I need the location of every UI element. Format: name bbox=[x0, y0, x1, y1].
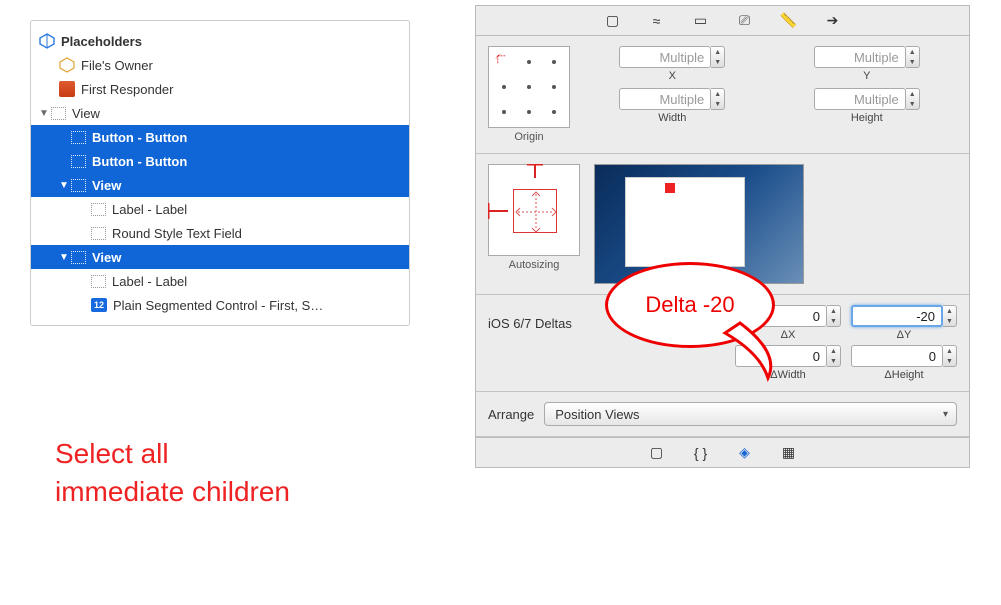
stepper-buttons[interactable]: ▲▼ bbox=[827, 345, 841, 367]
y-input[interactable] bbox=[814, 46, 906, 68]
view-icon bbox=[71, 251, 86, 264]
outline-label: View bbox=[92, 250, 121, 265]
x-label: X bbox=[669, 70, 676, 82]
size-inspector-tab-icon[interactable]: 📏 bbox=[781, 13, 797, 29]
height-field[interactable]: ▲▼ bbox=[814, 88, 920, 110]
outline-button-2[interactable]: Button - Button bbox=[31, 149, 409, 173]
callout-bubble: Delta -20 bbox=[605, 262, 775, 348]
outline-label: Round Style Text Field bbox=[112, 226, 242, 241]
view-icon bbox=[71, 179, 86, 192]
deltas-label: iOS 6/7 Deltas bbox=[488, 316, 572, 331]
arrange-popup[interactable]: Position Views bbox=[544, 402, 957, 426]
outline-view-2[interactable]: ▼ View bbox=[31, 173, 409, 197]
outline-view-3[interactable]: ▼ View bbox=[31, 245, 409, 269]
delta-y-field[interactable]: ▲▼ bbox=[851, 305, 957, 327]
quickhelp-tab-icon[interactable]: ≈ bbox=[649, 13, 665, 29]
outline-label: View bbox=[92, 178, 121, 193]
view-icon bbox=[91, 203, 106, 216]
outline-label: Button - Button bbox=[92, 130, 187, 145]
outline-placeholders-header[interactable]: Placeholders bbox=[31, 29, 409, 53]
frame-section: Origin ▲▼ X ▲▼ Y ▲▼ Width ▲▼ Height bbox=[476, 36, 969, 154]
outline-label: Label - Label bbox=[112, 202, 187, 217]
outline-label: File's Owner bbox=[81, 58, 153, 73]
stepper-buttons[interactable]: ▲▼ bbox=[711, 88, 725, 110]
view-icon bbox=[91, 275, 106, 288]
autosize-left-strut-icon bbox=[488, 165, 508, 257]
stepper-buttons[interactable]: ▲▼ bbox=[943, 345, 957, 367]
outline-first-responder[interactable]: First Responder bbox=[31, 77, 409, 101]
delta-height-label: ΔHeight bbox=[884, 369, 923, 381]
stepper-buttons[interactable]: ▲▼ bbox=[906, 88, 920, 110]
disclosure-triangle-icon[interactable]: ▼ bbox=[59, 180, 71, 191]
y-label: Y bbox=[863, 70, 870, 82]
outline-label: Placeholders bbox=[61, 34, 142, 49]
inspector-panel: ▢ ≈ ▭ ⎚ 📏 ➔ Origin ▲▼ X bbox=[475, 5, 970, 468]
x-field[interactable]: ▲▼ bbox=[619, 46, 725, 68]
view-icon bbox=[71, 131, 86, 144]
autosizing-control[interactable] bbox=[488, 164, 580, 256]
library-tabbar: ▢ { } ◈ ▦ bbox=[476, 437, 969, 467]
first-responder-icon bbox=[59, 81, 75, 97]
identity-tab-icon[interactable]: ▭ bbox=[693, 13, 709, 29]
autosizing-label: Autosizing bbox=[509, 259, 560, 271]
view-icon bbox=[91, 227, 106, 240]
outline-textfield[interactable]: Round Style Text Field bbox=[31, 221, 409, 245]
delta-y-input[interactable] bbox=[851, 305, 943, 327]
annotation-text: Select all immediate children bbox=[55, 435, 290, 511]
outline-segmented[interactable]: 12 Plain Segmented Control - First, S… bbox=[31, 293, 409, 317]
origin-picker[interactable] bbox=[488, 46, 570, 128]
width-field[interactable]: ▲▼ bbox=[619, 88, 725, 110]
arrange-label: Arrange bbox=[488, 407, 534, 422]
outline-label-1[interactable]: Label - Label bbox=[31, 197, 409, 221]
delta-y-label: ΔY bbox=[897, 329, 912, 341]
origin-label: Origin bbox=[514, 131, 543, 143]
annotation-line-2: immediate children bbox=[55, 473, 290, 511]
document-outline: Placeholders File's Owner First Responde… bbox=[30, 20, 410, 326]
outline-button-1[interactable]: Button - Button bbox=[31, 125, 409, 149]
height-input[interactable] bbox=[814, 88, 906, 110]
inspector-tabbar: ▢ ≈ ▭ ⎚ 📏 ➔ bbox=[476, 6, 969, 36]
outline-label: Plain Segmented Control - First, S… bbox=[113, 298, 323, 313]
object-library-tab-icon[interactable]: ◈ bbox=[737, 445, 753, 461]
outline-view-root[interactable]: ▼ View bbox=[31, 101, 409, 125]
callout-tail-icon bbox=[720, 308, 800, 388]
file-template-tab-icon[interactable]: ▢ bbox=[649, 445, 665, 461]
outline-files-owner[interactable]: File's Owner bbox=[31, 53, 409, 77]
delta-height-input[interactable] bbox=[851, 345, 943, 367]
stepper-buttons[interactable]: ▲▼ bbox=[711, 46, 725, 68]
width-label: Width bbox=[658, 112, 686, 124]
media-library-tab-icon[interactable]: ▦ bbox=[781, 445, 797, 461]
delta-height-field[interactable]: ▲▼ bbox=[851, 345, 957, 367]
connections-tab-icon[interactable]: ➔ bbox=[825, 13, 841, 29]
file-inspector-tab-icon[interactable]: ▢ bbox=[605, 13, 621, 29]
stepper-buttons[interactable]: ▲▼ bbox=[943, 305, 957, 327]
segmented-icon: 12 bbox=[91, 298, 107, 312]
outline-label: First Responder bbox=[81, 82, 173, 97]
arrange-section: Arrange Position Views bbox=[476, 392, 969, 437]
cube-outline-icon bbox=[59, 57, 75, 73]
disclosure-triangle-icon[interactable]: ▼ bbox=[39, 108, 51, 119]
view-icon bbox=[51, 107, 66, 120]
preview-marker bbox=[665, 183, 675, 193]
view-icon bbox=[71, 155, 86, 168]
outline-label: View bbox=[72, 106, 100, 121]
outline-label-2[interactable]: Label - Label bbox=[31, 269, 409, 293]
stepper-buttons[interactable]: ▲▼ bbox=[906, 46, 920, 68]
outline-label: Button - Button bbox=[92, 154, 187, 169]
height-label: Height bbox=[851, 112, 883, 124]
outline-label: Label - Label bbox=[112, 274, 187, 289]
disclosure-triangle-icon[interactable]: ▼ bbox=[59, 252, 71, 263]
width-input[interactable] bbox=[619, 88, 711, 110]
arrange-value: Position Views bbox=[555, 407, 639, 422]
autosize-cross-icon bbox=[514, 190, 558, 234]
attributes-tab-icon[interactable]: ⎚ bbox=[737, 13, 753, 29]
origin-arrow-icon bbox=[495, 53, 514, 72]
preview-inner bbox=[625, 177, 745, 267]
x-input[interactable] bbox=[619, 46, 711, 68]
code-snippet-tab-icon[interactable]: { } bbox=[693, 445, 709, 461]
cube-icon bbox=[39, 33, 55, 49]
y-field[interactable]: ▲▼ bbox=[814, 46, 920, 68]
stepper-buttons[interactable]: ▲▼ bbox=[827, 305, 841, 327]
annotation-line-1: Select all bbox=[55, 435, 290, 473]
